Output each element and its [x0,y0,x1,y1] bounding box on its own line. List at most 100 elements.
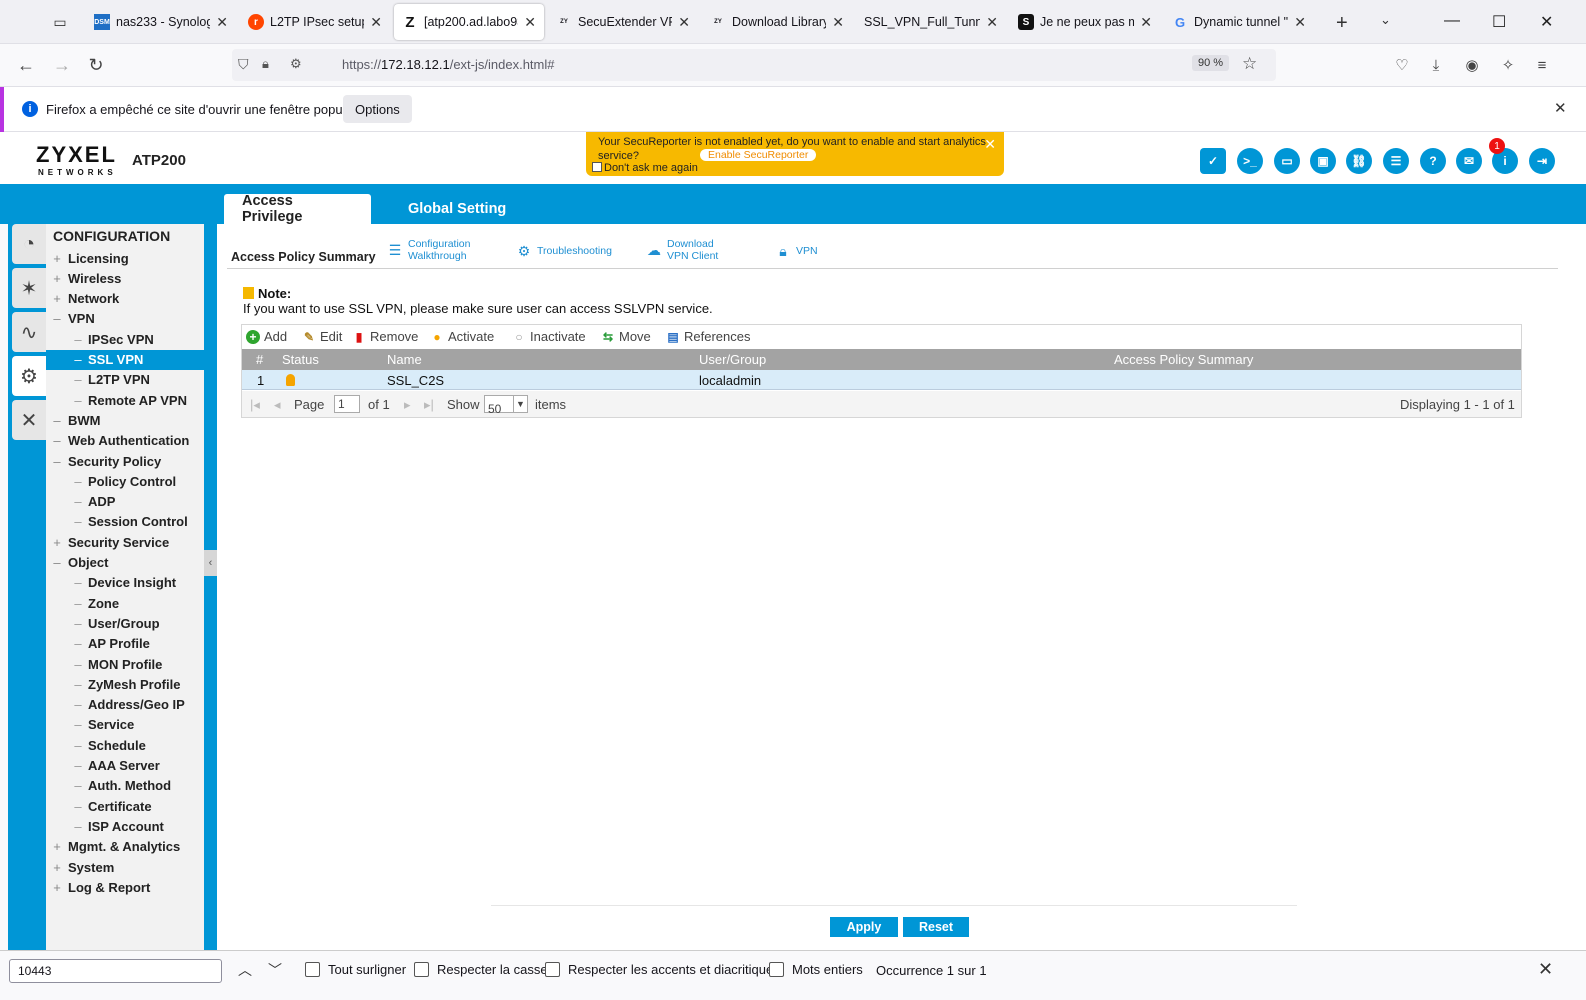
dashboard-icon[interactable]: ◔ [12,224,46,264]
menu-item-ap-profile[interactable]: – AP Profile [46,634,204,654]
console-icon[interactable]: >_ [1237,148,1263,174]
quick-setup-wand-icon[interactable]: ✶ [12,268,46,308]
tab-list-icon[interactable]: ▭ [48,10,72,34]
new-tab-icon[interactable]: + [1336,12,1348,35]
browser-tab[interactable]: ZY Download Library ✕ [702,4,852,40]
collapse-icon[interactable]: – [46,311,68,326]
references-button[interactable]: ▤ References [666,329,750,344]
last-page-icon[interactable]: ▸| [424,397,434,413]
collapse-icon[interactable]: – [46,413,68,428]
menu-item-wireless[interactable]: + Wireless [46,268,204,288]
extensions-icon[interactable]: ✧ [1496,53,1520,77]
forward-icon[interactable]: → [50,53,74,77]
next-page-icon[interactable]: ▸ [404,397,411,413]
download-icon[interactable]: ⤓ [1424,53,1448,77]
reload-icon[interactable]: ↻ [84,53,108,77]
network-topology-icon[interactable]: ⛓ [1346,148,1372,174]
dont-ask-checkbox[interactable]: Don't ask me again [592,162,698,174]
menu-item-schedule[interactable]: – Schedule [46,735,204,755]
col-access-policy-summary[interactable]: Access Policy Summary [1114,352,1253,367]
checkbox-icon[interactable] [305,962,320,977]
close-tab-icon[interactable]: ✕ [524,14,536,31]
maintenance-tools-icon[interactable]: ✕ [12,400,46,440]
col-status[interactable]: Status [282,352,319,367]
menu-item-web-authentication[interactable]: – Web Authentication [46,431,204,451]
pocket-icon[interactable]: ♡ [1390,53,1414,77]
enable-securereporter-button[interactable]: Enable SecuReporter [700,149,817,161]
browser-tab[interactable]: S Je ne peux pas me ✕ [1010,4,1160,40]
close-find-bar-icon[interactable]: ✕ [1538,959,1553,980]
lock-icon[interactable]: 🔒︎ [262,56,269,72]
highlight-all-checkbox[interactable]: Tout surligner [305,962,406,977]
menu-item-device-insight[interactable]: – Device Insight [46,573,204,593]
expand-icon[interactable]: + [46,839,68,854]
bookmark-star-icon[interactable]: ☆ [1242,54,1257,74]
url-bar[interactable]: ⛉ 🔒︎ ⚙ https://172.18.12.1/ext-js/index.… [232,49,1276,81]
menu-item-security-service[interactable]: + Security Service [46,532,204,552]
maximize-icon[interactable]: ☐ [1492,12,1506,32]
expand-icon[interactable]: + [46,291,68,306]
menu-item-certificate[interactable]: – Certificate [46,796,204,816]
cli-icon[interactable]: ▭ [1274,148,1300,174]
move-button[interactable]: ⇆ Move [601,329,651,344]
collapse-icon[interactable]: – [46,555,68,570]
add-button[interactable]: + Add [246,329,287,344]
checkbox-icon[interactable] [769,962,784,977]
browser-tab[interactable]: DSM nas233 - Synology ✕ [86,4,236,40]
close-tab-icon[interactable]: ✕ [1140,14,1152,31]
collapse-menu-icon[interactable]: ‹ [204,550,217,576]
minimize-icon[interactable]: — [1444,12,1460,30]
menu-icon[interactable]: ≡ [1530,53,1554,77]
back-icon[interactable]: ← [14,53,38,77]
browser-tab[interactable]: SSL_VPN_Full_Tunnel_l ✕ [856,4,1006,40]
configuration-walkthrough-link[interactable]: ☰ Configuration Walkthrough [387,238,471,262]
expand-icon[interactable]: + [46,251,68,266]
menu-item-remote-ap-vpn[interactable]: – Remote AP VPN [46,390,204,410]
close-icon[interactable]: ✕ [984,136,996,153]
menu-item-l2tp-vpn[interactable]: – L2TP VPN [46,370,204,390]
zoom-level[interactable]: 90 % [1192,55,1230,71]
col-name[interactable]: Name [387,352,422,367]
checkbox-icon[interactable] [592,162,602,172]
chevron-down-icon[interactable]: ▼ [513,396,527,412]
match-case-checkbox[interactable]: Respecter la casse [414,962,548,977]
close-tab-icon[interactable]: ✕ [986,14,998,31]
collapse-icon[interactable]: – [46,454,68,469]
chat-icon[interactable]: ☰ [1383,148,1409,174]
chevron-down-icon[interactable]: ⌄ [1380,12,1391,28]
menu-item-network[interactable]: + Network [46,289,204,309]
tab-global-setting[interactable]: Global Setting [390,194,524,224]
close-tab-icon[interactable]: ✕ [216,14,228,31]
expand-icon[interactable]: + [46,271,68,286]
tab-access-privilege[interactable]: Access Privilege [224,193,371,225]
checkbox-icon[interactable] [545,962,560,977]
col-user-group[interactable]: User/Group [699,352,766,367]
table-row[interactable]: 1 SSL_C2S localadmin [242,370,1521,390]
notification-icon[interactable]: ✉ [1456,148,1482,174]
close-tab-icon[interactable]: ✕ [832,14,844,31]
close-tab-icon[interactable]: ✕ [370,14,382,31]
menu-item-session-control[interactable]: – Session Control [46,512,204,532]
collapse-icon[interactable]: – [46,433,68,448]
browser-tab[interactable]: ZY SecuExtender VPN ✕ [548,4,698,40]
permissions-icon[interactable]: ⚙ [290,56,302,72]
menu-item-bwm[interactable]: – BWM [46,410,204,430]
edit-button[interactable]: ✎ Edit [302,329,342,344]
menu-item-ipsec-vpn[interactable]: – IPSec VPN [46,329,204,349]
menu-item-zymesh-profile[interactable]: – ZyMesh Profile [46,674,204,694]
window-close-icon[interactable]: ✕ [1540,12,1553,32]
apply-button[interactable]: Apply [830,917,898,937]
find-next-icon[interactable]: ﹀ [268,960,282,980]
menu-item-security-policy[interactable]: – Security Policy [46,451,204,471]
menu-item-policy-control[interactable]: – Policy Control [46,471,204,491]
reset-button[interactable]: Reset [903,917,969,937]
whole-words-checkbox[interactable]: Mots entiers [769,962,863,977]
browser-tab[interactable]: r L2TP IPsec setup i ✕ [240,4,390,40]
close-icon[interactable]: ✕ [1554,99,1567,117]
shield-check-icon[interactable]: ✓ [1200,148,1226,174]
expand-icon[interactable]: + [46,535,68,550]
menu-item-mon-profile[interactable]: – MON Profile [46,654,204,674]
first-page-icon[interactable]: |◂ [250,397,260,413]
menu-item-system[interactable]: + System [46,857,204,877]
expand-icon[interactable]: + [46,860,68,875]
